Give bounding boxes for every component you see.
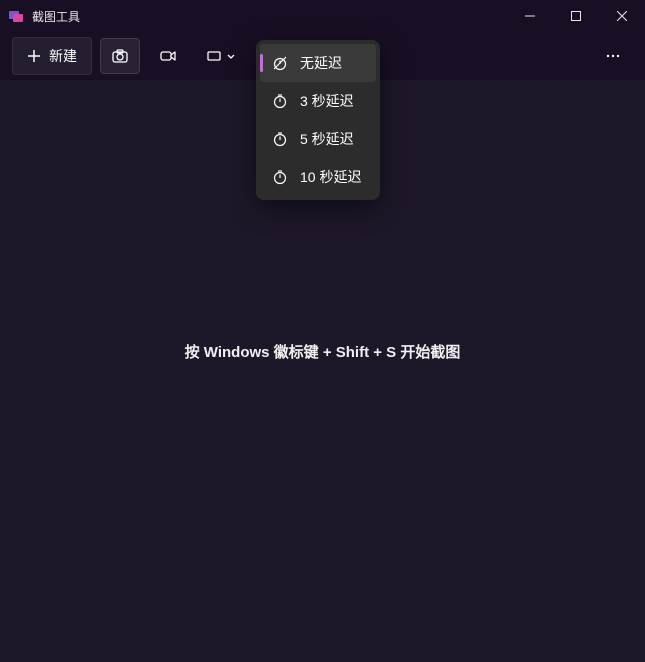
app-icon bbox=[8, 8, 24, 24]
titlebar: 截图工具 bbox=[0, 0, 645, 32]
delay-option-3s[interactable]: 3 秒延迟 bbox=[260, 82, 376, 120]
window-controls bbox=[507, 0, 645, 32]
close-button[interactable] bbox=[599, 0, 645, 32]
more-icon bbox=[605, 48, 621, 64]
minimize-button[interactable] bbox=[507, 0, 553, 32]
menu-item-label: 10 秒延迟 bbox=[300, 167, 361, 187]
plus-icon bbox=[27, 49, 41, 63]
delay-option-none[interactable]: 无延迟 bbox=[260, 44, 376, 82]
rectangle-icon bbox=[206, 48, 222, 64]
more-button[interactable] bbox=[593, 38, 633, 74]
delay-option-10s[interactable]: 10 秒延迟 bbox=[260, 158, 376, 196]
chevron-down-icon bbox=[226, 51, 236, 61]
new-button[interactable]: 新建 bbox=[12, 37, 92, 75]
close-icon bbox=[617, 11, 627, 21]
camera-mode-button[interactable] bbox=[100, 38, 140, 74]
window-title: 截图工具 bbox=[32, 8, 507, 25]
menu-item-label: 5 秒延迟 bbox=[300, 129, 354, 149]
video-icon bbox=[159, 47, 177, 65]
shape-dropdown[interactable] bbox=[196, 40, 246, 72]
camera-icon bbox=[111, 47, 129, 65]
timer-icon bbox=[272, 131, 288, 147]
menu-item-label: 无延迟 bbox=[300, 53, 342, 73]
video-mode-button[interactable] bbox=[148, 38, 188, 74]
delay-dropdown-menu: 无延迟 3 秒延迟 5 秒延迟 10 秒延迟 bbox=[256, 40, 380, 200]
maximize-button[interactable] bbox=[553, 0, 599, 32]
no-delay-icon bbox=[272, 55, 288, 71]
new-button-label: 新建 bbox=[49, 46, 77, 66]
hint-text: 按 Windows 徽标键 + Shift + S 开始截图 bbox=[185, 341, 461, 362]
delay-option-5s[interactable]: 5 秒延迟 bbox=[260, 120, 376, 158]
menu-item-label: 3 秒延迟 bbox=[300, 91, 354, 111]
timer-icon bbox=[272, 93, 288, 109]
maximize-icon bbox=[571, 11, 581, 21]
minimize-icon bbox=[525, 11, 535, 21]
timer-icon bbox=[272, 169, 288, 185]
